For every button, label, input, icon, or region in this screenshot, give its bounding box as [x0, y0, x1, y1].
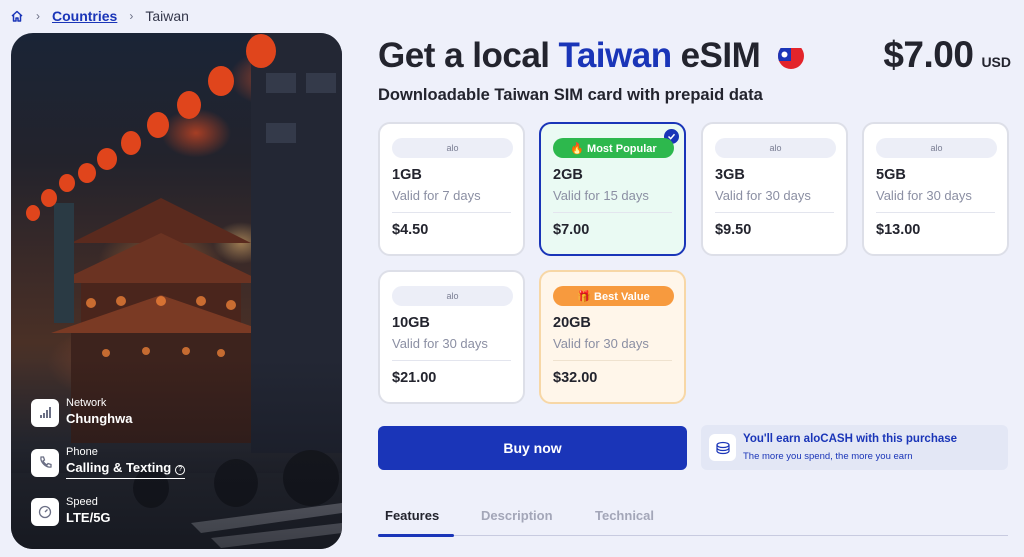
network-value: Chunghwa [66, 411, 133, 426]
plan-price: $4.50 [392, 222, 429, 238]
taiwan-flag-icon [778, 43, 805, 69]
plan-card-1gb[interactable]: alo 1GB Valid for 7 days $4.50 [378, 122, 525, 256]
home-icon[interactable] [10, 9, 24, 23]
phone-icon [31, 448, 59, 477]
network-info: Network Chunghwa [31, 397, 132, 428]
plan-validity: Valid for 15 days [553, 188, 649, 203]
plan-data: 1GB [392, 167, 422, 183]
provider-logo: alo [392, 286, 513, 306]
active-tab-indicator [378, 534, 454, 537]
tab-description[interactable]: Description [481, 508, 553, 523]
plan-card-20gb[interactable]: 🎁 Best Value 20GB Valid for 30 days $32.… [539, 270, 686, 404]
provider-logo: alo [876, 138, 997, 158]
phone-value-link[interactable]: Calling & Texting? [66, 459, 186, 479]
chevron-right-icon: › [129, 9, 134, 23]
page-subtitle: Downloadable Taiwan SIM card with prepai… [378, 86, 763, 104]
speed-value: LTE/5G [66, 510, 111, 525]
title-suffix: eSIM [680, 36, 761, 75]
plan-card-5gb[interactable]: alo 5GB Valid for 30 days $13.00 [862, 122, 1009, 256]
alocash-subtitle: The more you spend, the more you earn [743, 451, 913, 462]
plan-validity: Valid for 30 days [553, 336, 649, 351]
tab-technical[interactable]: Technical [595, 508, 654, 523]
plan-validity: Valid for 30 days [392, 336, 488, 351]
breadcrumb-link-countries[interactable]: Countries [52, 8, 117, 24]
country-hero-image: Network Chunghwa Phone Calling & Texting… [11, 33, 342, 549]
plan-card-3gb[interactable]: alo 3GB Valid for 30 days $9.50 [701, 122, 848, 256]
plan-validity: Valid for 7 days [392, 188, 481, 203]
title-prefix: Get a local [378, 36, 550, 75]
breadcrumb: › Countries › Taiwan [10, 6, 189, 26]
phone-label: Phone [66, 446, 98, 458]
plan-card-10gb[interactable]: alo 10GB Valid for 30 days $21.00 [378, 270, 525, 404]
best-value-badge: 🎁 Best Value [553, 286, 674, 306]
chevron-right-icon: › [36, 9, 40, 23]
breadcrumb-current: Taiwan [145, 8, 189, 24]
plan-validity: Valid for 30 days [876, 188, 972, 203]
signal-bars-icon [31, 398, 59, 427]
plan-price: $32.00 [553, 370, 598, 386]
title-country: Taiwan [558, 36, 673, 75]
selected-price: $7.00 USD [883, 34, 1011, 76]
alocash-title: You'll earn aloCASH with this purchase [743, 433, 958, 445]
plan-price: $9.50 [715, 222, 752, 238]
plan-data: 20GB [553, 315, 591, 331]
buy-now-button[interactable]: Buy now [378, 426, 687, 470]
plan-data: 5GB [876, 167, 906, 183]
plan-card-2gb[interactable]: 🔥 Most Popular 2GB Valid for 15 days $7.… [539, 122, 686, 256]
speedometer-icon [31, 497, 59, 526]
price-currency: USD [981, 54, 1011, 70]
network-label: Network [66, 397, 107, 409]
info-icon[interactable]: ? [175, 465, 186, 475]
alocash-promo: You'll earn aloCASH with this purchase T… [701, 425, 1008, 470]
provider-logo: alo [392, 138, 513, 158]
details-tabs: Features Description Technical [378, 506, 1008, 537]
phone-info: Phone Calling & Texting? [31, 446, 186, 479]
most-popular-badge: 🔥 Most Popular [553, 138, 674, 158]
plan-data: 3GB [715, 167, 745, 183]
speed-label: Speed [66, 496, 98, 508]
price-amount: $7.00 [883, 34, 974, 75]
plan-price: $21.00 [392, 370, 437, 386]
plan-price: $7.00 [553, 222, 590, 238]
plan-price: $13.00 [876, 222, 921, 238]
plan-data: 2GB [553, 167, 583, 183]
page-title: Get a local Taiwan eSIM [378, 36, 805, 76]
tab-features[interactable]: Features [385, 508, 439, 523]
plan-data: 10GB [392, 315, 430, 331]
speed-info: Speed LTE/5G [31, 496, 111, 527]
plan-validity: Valid for 30 days [715, 188, 811, 203]
coins-icon [709, 434, 736, 461]
provider-logo: alo [715, 138, 836, 158]
